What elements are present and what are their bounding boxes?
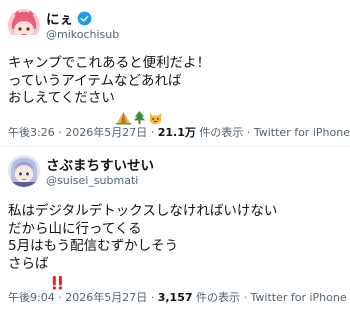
tweet-time[interactable]: 午後3:26	[8, 126, 55, 139]
tweet-text-content: キャンプでこれあると便利だよ！ っていうアイテムなどあれば おしえてください	[8, 55, 211, 106]
avatar[interactable]	[8, 155, 40, 187]
tweet-source[interactable]: Twitter for iPhone	[251, 291, 347, 304]
tree-emoji-icon	[132, 92, 147, 124]
view-count: 21.1万	[157, 126, 196, 139]
tweet-text: キャンプでこれあると便利だよ！ っていうアイテムなどあれば おしえてください	[8, 55, 211, 125]
tweet-time[interactable]: 午後9:04	[8, 291, 55, 304]
cat-emoji-icon	[148, 92, 163, 124]
tweet-date[interactable]: 2026年5月27日	[65, 291, 147, 304]
double-exclamation-emoji-icon	[50, 258, 65, 290]
tweet-meta: 午後9:04 · 2026年5月27日 · 3,157 件の表示 · Twitt…	[8, 291, 347, 304]
display-name[interactable]: さぶまちすいせい	[46, 154, 154, 174]
tweet-card[interactable]: にぇ @mikochisub キャンプでこれあると便利だよ！ っていうアイテムな…	[0, 0, 350, 146]
tweet-card[interactable]: さぶまちすいせい @suisei_submati 私はデジタルデトックスしなけれ…	[0, 146, 350, 312]
tent-emoji-icon	[115, 92, 131, 125]
view-count: 3,157	[157, 291, 193, 304]
tweet-meta: 午後3:26 · 2026年5月27日 · 21.1万 件の表示 · Twitt…	[8, 126, 350, 139]
avatar[interactable]	[8, 9, 40, 41]
user-handle[interactable]: @suisei_submati	[46, 174, 138, 187]
tweet-text-content: 私はデジタルデトックスしなければいけない だから山に行ってくる 5月はもう配信む…	[8, 203, 278, 272]
display-name[interactable]: にぇ	[46, 8, 73, 28]
tweet-source[interactable]: Twitter for iPhone	[254, 126, 350, 139]
view-label: 件の表示	[196, 291, 240, 304]
tweet-date[interactable]: 2026年5月27日	[65, 126, 147, 139]
view-label: 件の表示	[199, 126, 244, 139]
tweet-text: 私はデジタルデトックスしなければいけない だから山に行ってくる 5月はもう配信む…	[8, 203, 278, 290]
user-handle[interactable]: @mikochisub	[46, 28, 119, 41]
verified-badge-icon	[77, 11, 92, 26]
